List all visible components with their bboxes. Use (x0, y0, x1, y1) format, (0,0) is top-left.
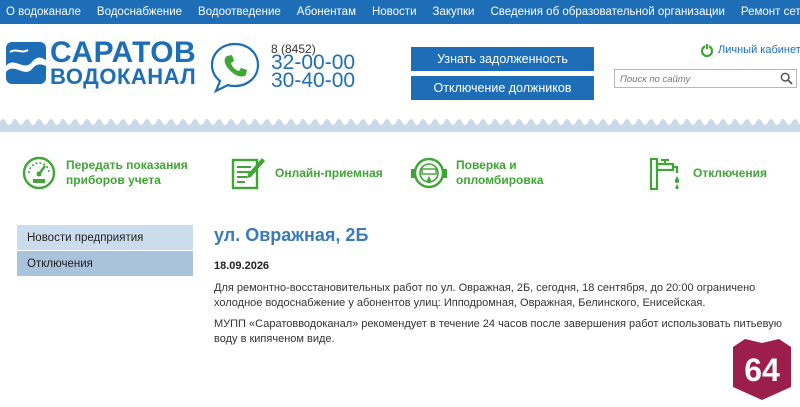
check-debt-button[interactable]: Узнать задолженность (411, 47, 594, 71)
nav-procurement[interactable]: Закупки (433, 6, 475, 18)
faucet-icon (649, 157, 680, 191)
logo-line-2: ВОДОКАНАЛ (50, 64, 197, 89)
nav-subscribers[interactable]: Абонентам (297, 6, 356, 18)
top-navigation: О водоканале Водоснабжение Водоотведение… (0, 0, 800, 24)
nav-about[interactable]: О водоканале (6, 6, 81, 18)
sidebar-item-company-news[interactable]: Новости предприятия (17, 225, 193, 250)
phone-number-2[interactable]: 30-40-00 (271, 69, 355, 93)
nav-news[interactable]: Новости (372, 6, 417, 18)
wave-divider (0, 116, 800, 132)
nav-sewerage[interactable]: Водоотведение (198, 6, 281, 18)
search-icon[interactable] (780, 72, 793, 85)
nav-network-repair[interactable]: Ремонт сетей (741, 6, 800, 18)
sidebar-menu: Новости предприятия Отключения (17, 225, 193, 277)
form-pencil-icon (231, 158, 265, 190)
service-label-verification-sealing: Поверка и опломбировка (456, 158, 544, 187)
article-body: Для ремонтно-восстановительных работ по … (214, 281, 786, 353)
article-paragraph-1: Для ремонтно-восстановительных работ по … (214, 282, 756, 309)
gauge-icon (22, 156, 56, 190)
service-online-reception[interactable]: Онлайн-приемная (229, 155, 383, 191)
nav-water-supply[interactable]: Водоснабжение (97, 6, 182, 18)
article-date: 18.09.2026 (214, 260, 270, 272)
service-label-disconnections: Отключения (693, 165, 768, 180)
region-64-badge[interactable]: 64 (731, 337, 793, 401)
service-label-meter-readings: Передать показания приборов учета (66, 158, 188, 187)
service-label-online-reception: Онлайн-приемная (275, 165, 383, 180)
sidebar-item-disconnections[interactable]: Отключения (17, 251, 193, 276)
personal-cabinet-link[interactable]: Личный кабинет (700, 43, 800, 57)
nav-education-info[interactable]: Сведения об образовательной организации (490, 6, 724, 18)
site-search (614, 69, 797, 88)
service-disconnections[interactable]: Отключения (647, 155, 767, 191)
service-verification-sealing[interactable]: Поверка и опломбировка (410, 155, 543, 191)
user-power-icon (700, 43, 714, 57)
water-meter-icon (411, 157, 447, 189)
site-logo[interactable]: САРАТОВ ВОДОКАНАЛ (6, 36, 196, 89)
service-submit-meter-readings[interactable]: Передать показания приборов учета (20, 155, 188, 191)
badge-text: 64 (744, 352, 780, 388)
phone-bubble-icon (208, 41, 262, 94)
search-input[interactable] (620, 72, 770, 86)
logo-wave-icon (6, 42, 46, 84)
article-title: ул. Овражная, 2Б (214, 225, 369, 245)
debtor-disconnection-button[interactable]: Отключение должников (411, 76, 594, 100)
personal-cabinet-label: Личный кабинет (718, 44, 800, 56)
article-paragraph-2: МУПП «Саратовводоканал» рекомендует в те… (214, 318, 782, 345)
